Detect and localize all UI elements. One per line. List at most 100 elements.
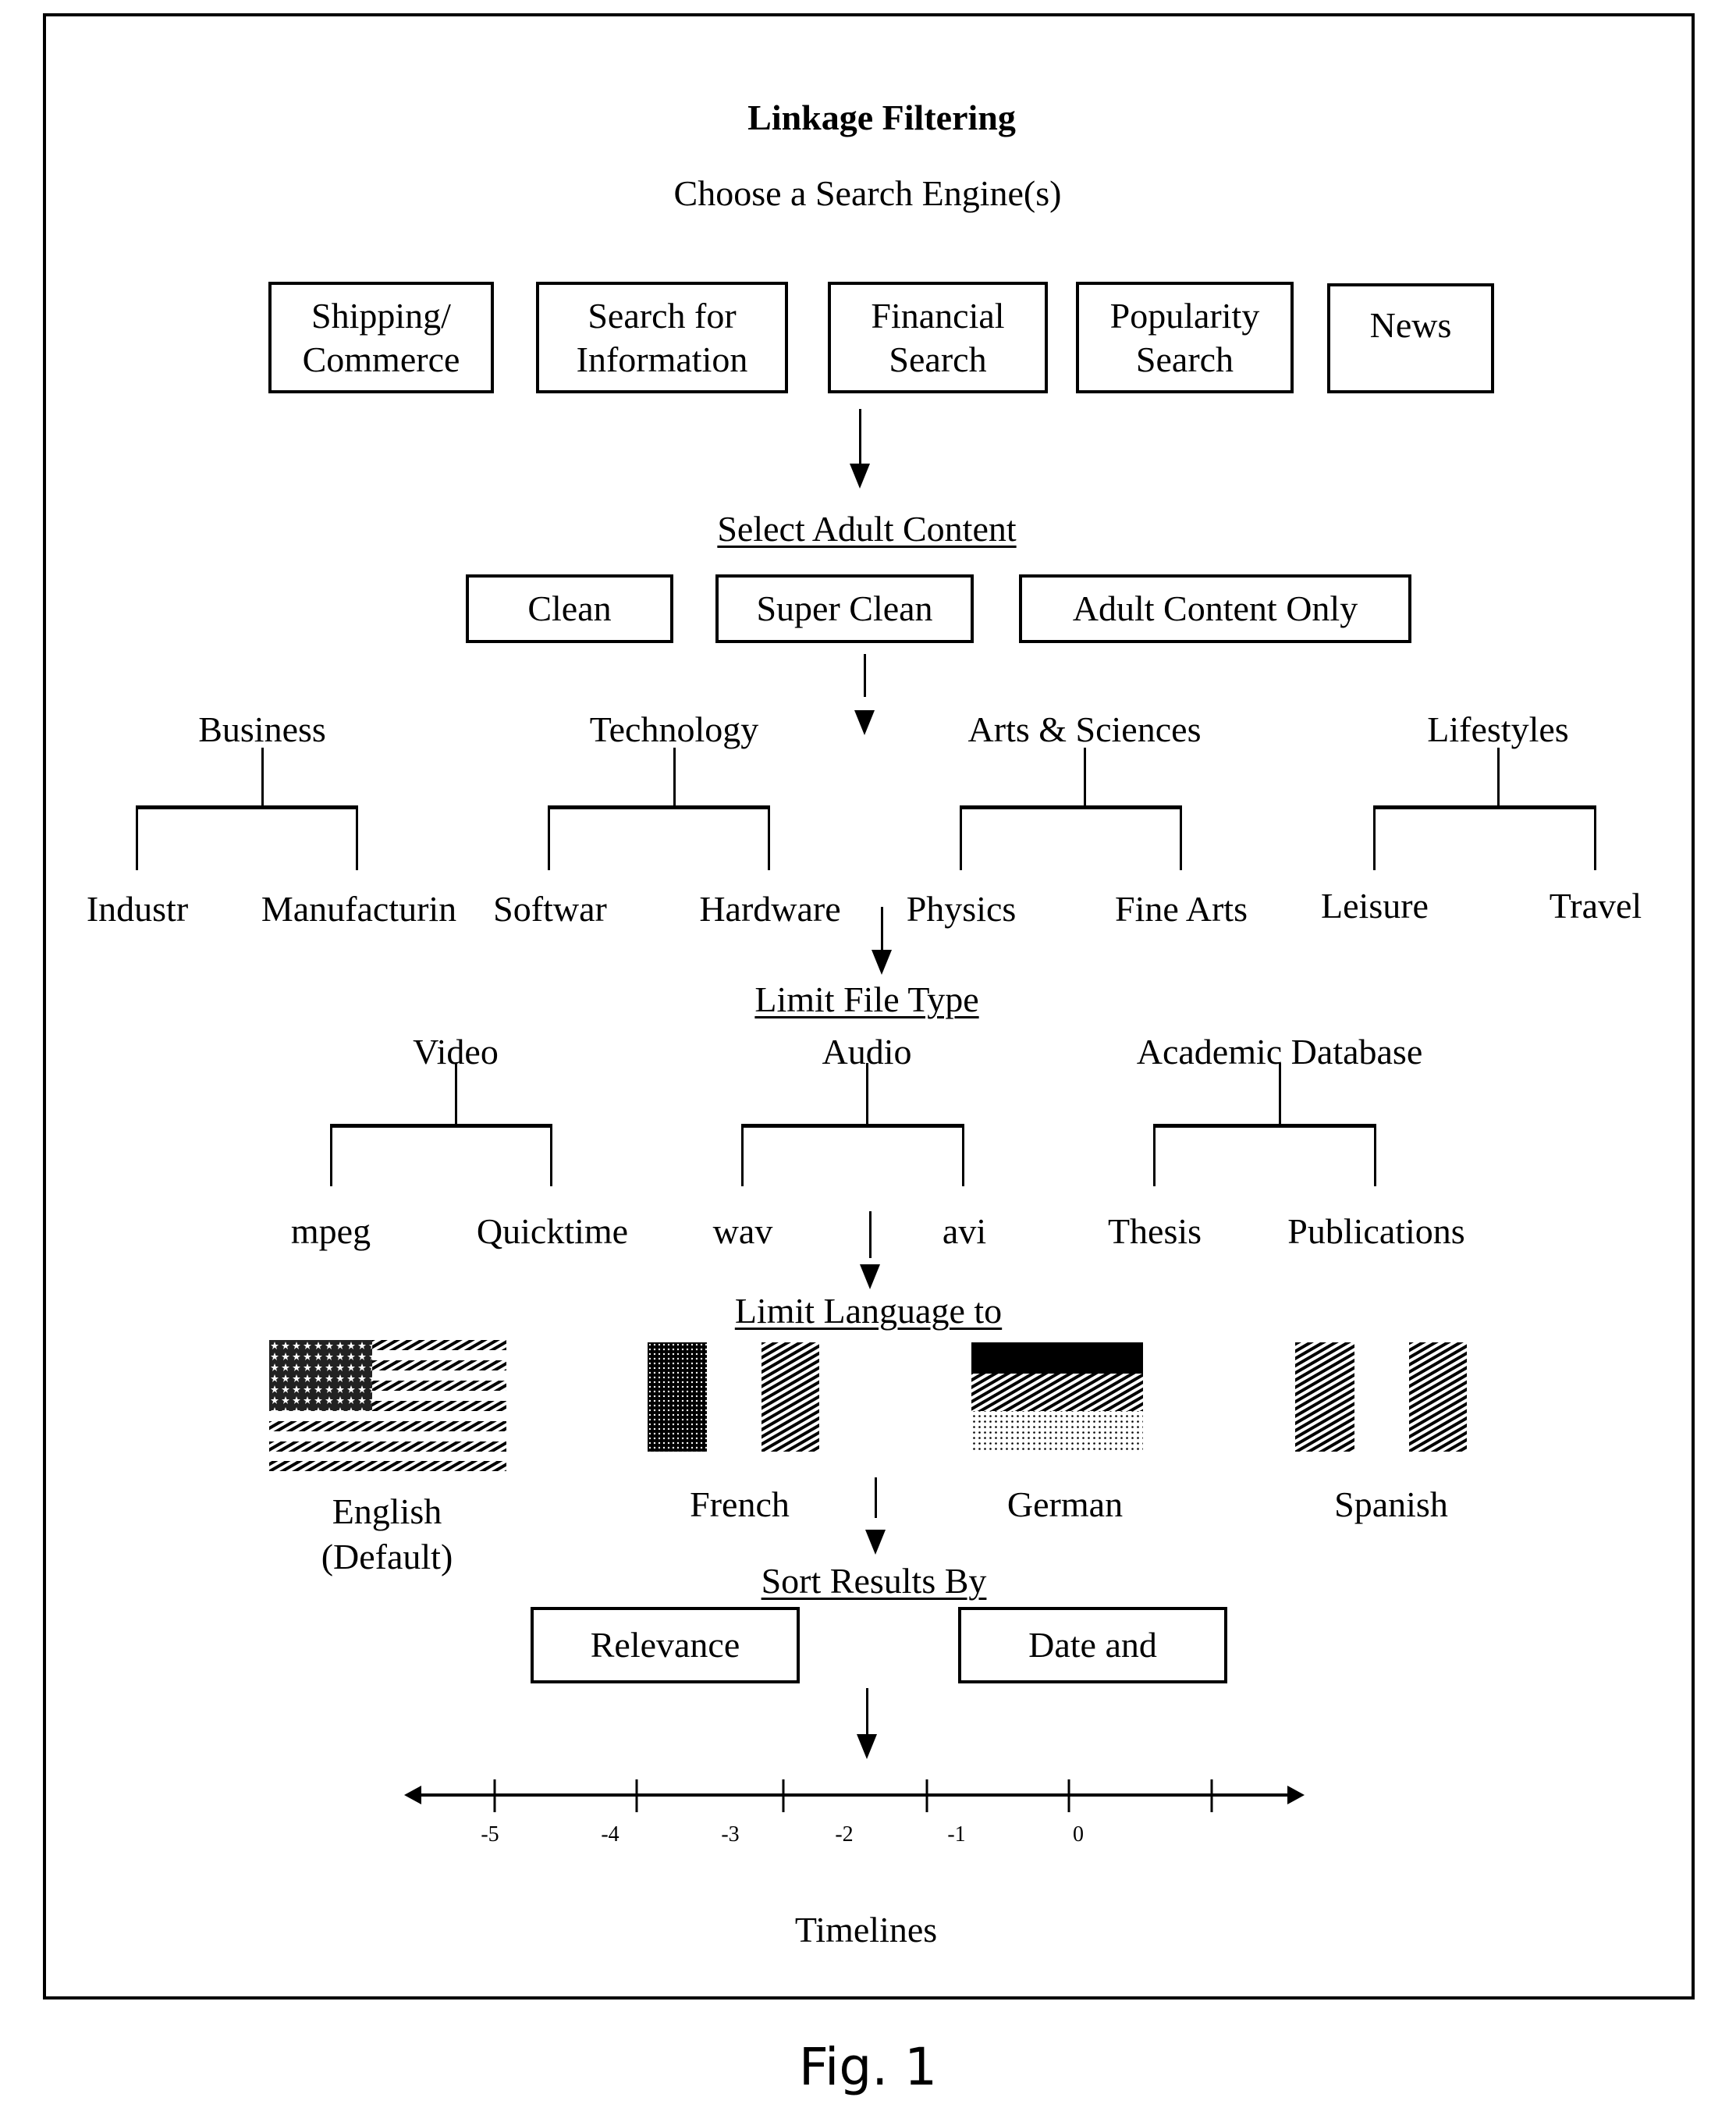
- search-engine-shipping-commerce[interactable]: Shipping/Commerce: [268, 282, 494, 393]
- arrow-down-icon: [850, 464, 870, 489]
- tree-stem: [455, 1063, 457, 1124]
- tree-child-label[interactable]: Quicktime: [477, 1214, 628, 1249]
- tree-bar: [1153, 1124, 1376, 1128]
- tree-child-label[interactable]: Hardware: [699, 891, 840, 927]
- tree-bar: [1373, 805, 1596, 809]
- tree-bar: [136, 805, 358, 809]
- tree-child-label[interactable]: Industr: [87, 891, 188, 927]
- tree-leg: [1373, 805, 1376, 870]
- tree-child-label[interactable]: Softwar: [493, 891, 607, 927]
- tree-leg: [548, 805, 550, 870]
- timeline-label: Timelines: [794, 1910, 938, 1950]
- timeline-tick-label: -2: [835, 1822, 854, 1847]
- german-flag-icon[interactable]: [971, 1342, 1143, 1452]
- tree-child-label[interactable]: Manufacturin: [261, 891, 456, 927]
- adult-option-adult-only[interactable]: Adult Content Only: [1019, 574, 1411, 643]
- tree-parent-label[interactable]: Technology: [590, 712, 759, 748]
- sort-option-relevance[interactable]: Relevance: [531, 1607, 800, 1683]
- adult-option-super-clean[interactable]: Super Clean: [715, 574, 974, 643]
- flow-arrow-line: [875, 1477, 877, 1518]
- tree-child-label[interactable]: Travel: [1550, 888, 1642, 924]
- tree-child-label[interactable]: mpeg: [291, 1214, 371, 1249]
- tree-leg: [1180, 805, 1182, 870]
- tree-child-label[interactable]: avi: [943, 1214, 986, 1249]
- arrow-down-icon: [872, 950, 892, 975]
- tree-parent-label[interactable]: Business: [198, 712, 326, 748]
- tree-child-label[interactable]: Thesis: [1108, 1214, 1202, 1249]
- tree-bar: [741, 1124, 964, 1128]
- option-label: Adult Content Only: [1072, 588, 1358, 629]
- engine-label-line2: Commerce: [302, 339, 460, 379]
- tree-child-label[interactable]: wav: [713, 1214, 773, 1249]
- tree-leg: [962, 1124, 964, 1186]
- tree-bar: [960, 805, 1182, 809]
- arrow-right-icon: [1287, 1786, 1305, 1804]
- flow-arrow-line: [881, 907, 883, 950]
- timeline-axis[interactable]: [398, 1764, 1311, 1826]
- arrow-down-icon: [854, 710, 875, 735]
- language-option-french[interactable]: French: [690, 1487, 790, 1523]
- engine-label-line2: Search: [1135, 339, 1234, 379]
- option-label: Super Clean: [756, 588, 933, 629]
- us-flag-icon[interactable]: [269, 1340, 506, 1471]
- engine-label-line1: Shipping/: [311, 296, 451, 336]
- search-engine-financial[interactable]: Financial Search: [828, 282, 1048, 393]
- search-engine-news[interactable]: News: [1327, 283, 1494, 393]
- tree-stem: [1497, 748, 1500, 805]
- engine-label-line2: Search: [889, 339, 987, 379]
- engine-label-line1: News: [1369, 305, 1452, 345]
- engine-label-line1: Search for: [588, 296, 737, 336]
- tree-stem: [673, 748, 676, 805]
- tree-leg: [1374, 1124, 1376, 1186]
- adult-content-heading: Select Adult Content: [717, 509, 1017, 549]
- tree-parent-label[interactable]: Lifestyles: [1427, 712, 1568, 748]
- sort-heading: Sort Results By: [761, 1561, 987, 1601]
- tree-stem: [1084, 748, 1086, 805]
- tree-parent-label[interactable]: Arts & Sciences: [968, 712, 1202, 748]
- arrow-left-icon: [404, 1786, 421, 1804]
- search-engine-popularity[interactable]: Popularity Search: [1076, 282, 1294, 393]
- language-option-spanish[interactable]: Spanish: [1334, 1487, 1448, 1523]
- timeline-tick-label: -5: [481, 1822, 499, 1847]
- sort-option-date[interactable]: Date and: [958, 1607, 1227, 1683]
- option-label: Date and: [1028, 1625, 1157, 1665]
- tree-bar: [548, 805, 770, 809]
- language-option-german[interactable]: German: [1007, 1487, 1123, 1523]
- language-option-english[interactable]: English (Default): [321, 1489, 453, 1579]
- tree-child-label[interactable]: Publications: [1287, 1214, 1464, 1249]
- timeline-tick-label: -1: [947, 1822, 966, 1847]
- language-sublabel: (Default): [321, 1536, 453, 1576]
- flow-arrow-line: [864, 654, 866, 697]
- tree-leg: [1594, 805, 1596, 870]
- french-flag-icon[interactable]: [648, 1342, 819, 1452]
- tree-stem: [261, 748, 264, 805]
- tree-leg: [550, 1124, 552, 1186]
- engine-label-line1: Financial: [871, 296, 1005, 336]
- language-label: English: [332, 1491, 442, 1531]
- file-type-heading: Limit File Type: [754, 979, 979, 1019]
- search-engine-information[interactable]: Search for Information: [536, 282, 788, 393]
- tree-bar: [330, 1124, 552, 1128]
- tree-leg: [768, 805, 770, 870]
- arrow-down-icon: [857, 1734, 877, 1759]
- language-heading: Limit Language to: [734, 1291, 1003, 1331]
- arrow-down-icon: [865, 1530, 886, 1555]
- tree-child-label[interactable]: Fine Arts: [1115, 891, 1248, 927]
- tree-leg: [1153, 1124, 1156, 1186]
- tree-stem: [1279, 1063, 1281, 1124]
- tree-leg: [741, 1124, 744, 1186]
- tree-child-label[interactable]: Leisure: [1321, 888, 1429, 924]
- tree-child-label[interactable]: Physics: [907, 891, 1017, 927]
- search-engine-prompt: Choose a Search Engine(s): [673, 173, 1062, 213]
- flow-arrow-line: [869, 1211, 872, 1258]
- adult-option-clean[interactable]: Clean: [466, 574, 673, 643]
- option-label: Clean: [527, 588, 612, 629]
- tree-leg: [330, 1124, 332, 1186]
- spanish-flag-icon[interactable]: [1295, 1342, 1467, 1452]
- tree-stem: [866, 1063, 868, 1124]
- timeline-tick-label: -3: [721, 1822, 740, 1847]
- tree-leg: [960, 805, 962, 870]
- arrow-down-icon: [860, 1264, 880, 1289]
- tree-leg: [136, 805, 138, 870]
- timeline-tick-label: -4: [601, 1822, 619, 1847]
